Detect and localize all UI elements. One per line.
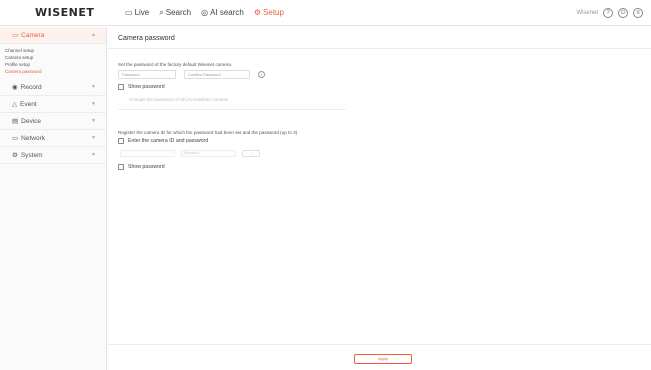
sidebar-menu-label: Record	[20, 83, 42, 91]
gear-icon: ⚙	[253, 7, 262, 17]
hint-text: Change the password of all (Accessible) …	[129, 97, 228, 102]
sidebar-menu-label: Camera	[21, 31, 45, 39]
top-right-controls: Wisenet ? ⏻ ≡	[576, 8, 643, 18]
sidebar-menu-network[interactable]: ▭ Network ▼	[0, 130, 106, 147]
nav-live-label: Live	[134, 8, 150, 17]
chevron-down-icon: ▼	[91, 101, 96, 107]
password-fields: Password Confirm Password i	[118, 70, 265, 79]
device-icon: ▤	[12, 118, 19, 125]
show-password-label: Show password	[128, 84, 165, 90]
chevron-down-icon: ▼	[91, 84, 96, 90]
divider	[108, 48, 651, 49]
sidebar-item-profile-setup[interactable]: Profile setup	[5, 61, 106, 68]
sidebar: ▭ Camera ▲ Channel setup Camera setup Pr…	[0, 27, 107, 370]
network-icon: ▭	[12, 135, 19, 142]
chevron-up-icon: ▲	[91, 32, 96, 38]
power-icon[interactable]: ⏻	[618, 8, 628, 18]
nav-setup[interactable]: ⚙ Setup	[254, 8, 284, 17]
sidebar-item-camera-setup[interactable]: Camera setup	[5, 54, 106, 61]
menu-icon[interactable]: ≡	[633, 8, 643, 18]
monitor-icon: ▭	[125, 7, 133, 17]
divider	[108, 344, 651, 345]
camera-password-field[interactable]: Password	[181, 150, 236, 157]
top-bar: WISENET ▭ Live ⌕ Search ◎ AI search ⚙ Se…	[0, 0, 651, 26]
show-password-checkbox-2[interactable]	[118, 164, 124, 170]
sidebar-item-camera-password[interactable]: Camera password	[5, 68, 106, 75]
show-password-row-2: Show password	[118, 164, 165, 170]
chevron-down-icon: ▼	[91, 118, 96, 124]
camera-submenu: Channel setup Camera setup Profile setup…	[0, 44, 106, 79]
sidebar-menu-record[interactable]: ◉ Record ▼	[0, 79, 106, 96]
main-content: Camera password Set the password of the …	[108, 27, 651, 370]
info-icon[interactable]: i	[258, 71, 265, 78]
search-icon: ⌕	[159, 7, 164, 17]
nav-live[interactable]: ▭ Live	[125, 8, 149, 17]
main-nav: ▭ Live ⌕ Search ◎ AI search ⚙ Setup	[125, 8, 284, 17]
help-icon[interactable]: ?	[603, 8, 613, 18]
sidebar-menu-system[interactable]: ⚙ System ▼	[0, 147, 106, 164]
nav-setup-label: Setup	[263, 8, 284, 17]
sidebar-menu-device[interactable]: ▤ Device ▼	[0, 113, 106, 130]
nav-search[interactable]: ⌕ Search	[159, 8, 191, 17]
user-label: Wisenet	[576, 10, 598, 16]
nav-ai-search-label: AI search	[210, 8, 244, 17]
enter-camera-checkbox[interactable]	[118, 138, 124, 144]
show-password-label-2: Show password	[128, 164, 165, 170]
divider	[118, 109, 346, 110]
confirm-password-field[interactable]: Confirm Password	[184, 70, 250, 79]
enter-camera-label: Enter the camera ID and password	[128, 138, 209, 144]
chevron-down-icon: ▼	[91, 152, 96, 158]
sidebar-item-channel-setup[interactable]: Channel setup	[5, 47, 106, 54]
camera-icon: ▭	[12, 32, 19, 39]
ai-search-icon: ◎	[201, 7, 209, 17]
show-password-checkbox[interactable]	[118, 84, 124, 90]
show-password-row: Show password	[118, 84, 165, 90]
sidebar-menu-label: Event	[20, 100, 37, 108]
nav-search-label: Search	[165, 8, 192, 17]
apply-button[interactable]: Apply	[354, 354, 412, 364]
sidebar-menu-camera[interactable]: ▭ Camera ▲	[0, 27, 106, 44]
sidebar-menu-label: Device	[21, 117, 42, 125]
record-icon: ◉	[12, 84, 18, 91]
wisenet-logo: WISENET	[35, 6, 95, 19]
register-description: Register the camera ID for which the pas…	[118, 130, 298, 135]
system-icon: ⚙	[12, 152, 18, 159]
chevron-down-icon: ▼	[91, 135, 96, 141]
sidebar-menu-label: System	[20, 151, 43, 159]
event-icon: △	[12, 101, 17, 108]
add-camera-button[interactable]: +	[242, 150, 260, 157]
camera-id-field[interactable]	[120, 150, 175, 157]
sidebar-menu-label: Network	[21, 134, 45, 142]
camera-id-row: Password +	[120, 150, 260, 157]
sidebar-menu-event[interactable]: △ Event ▼	[0, 96, 106, 113]
password-field[interactable]: Password	[118, 70, 176, 79]
nav-ai-search[interactable]: ◎ AI search	[201, 8, 244, 17]
section-description: Set the password of the factory default …	[118, 62, 233, 67]
page-title: Camera password	[118, 35, 175, 42]
enter-camera-row: Enter the camera ID and password	[118, 138, 208, 144]
